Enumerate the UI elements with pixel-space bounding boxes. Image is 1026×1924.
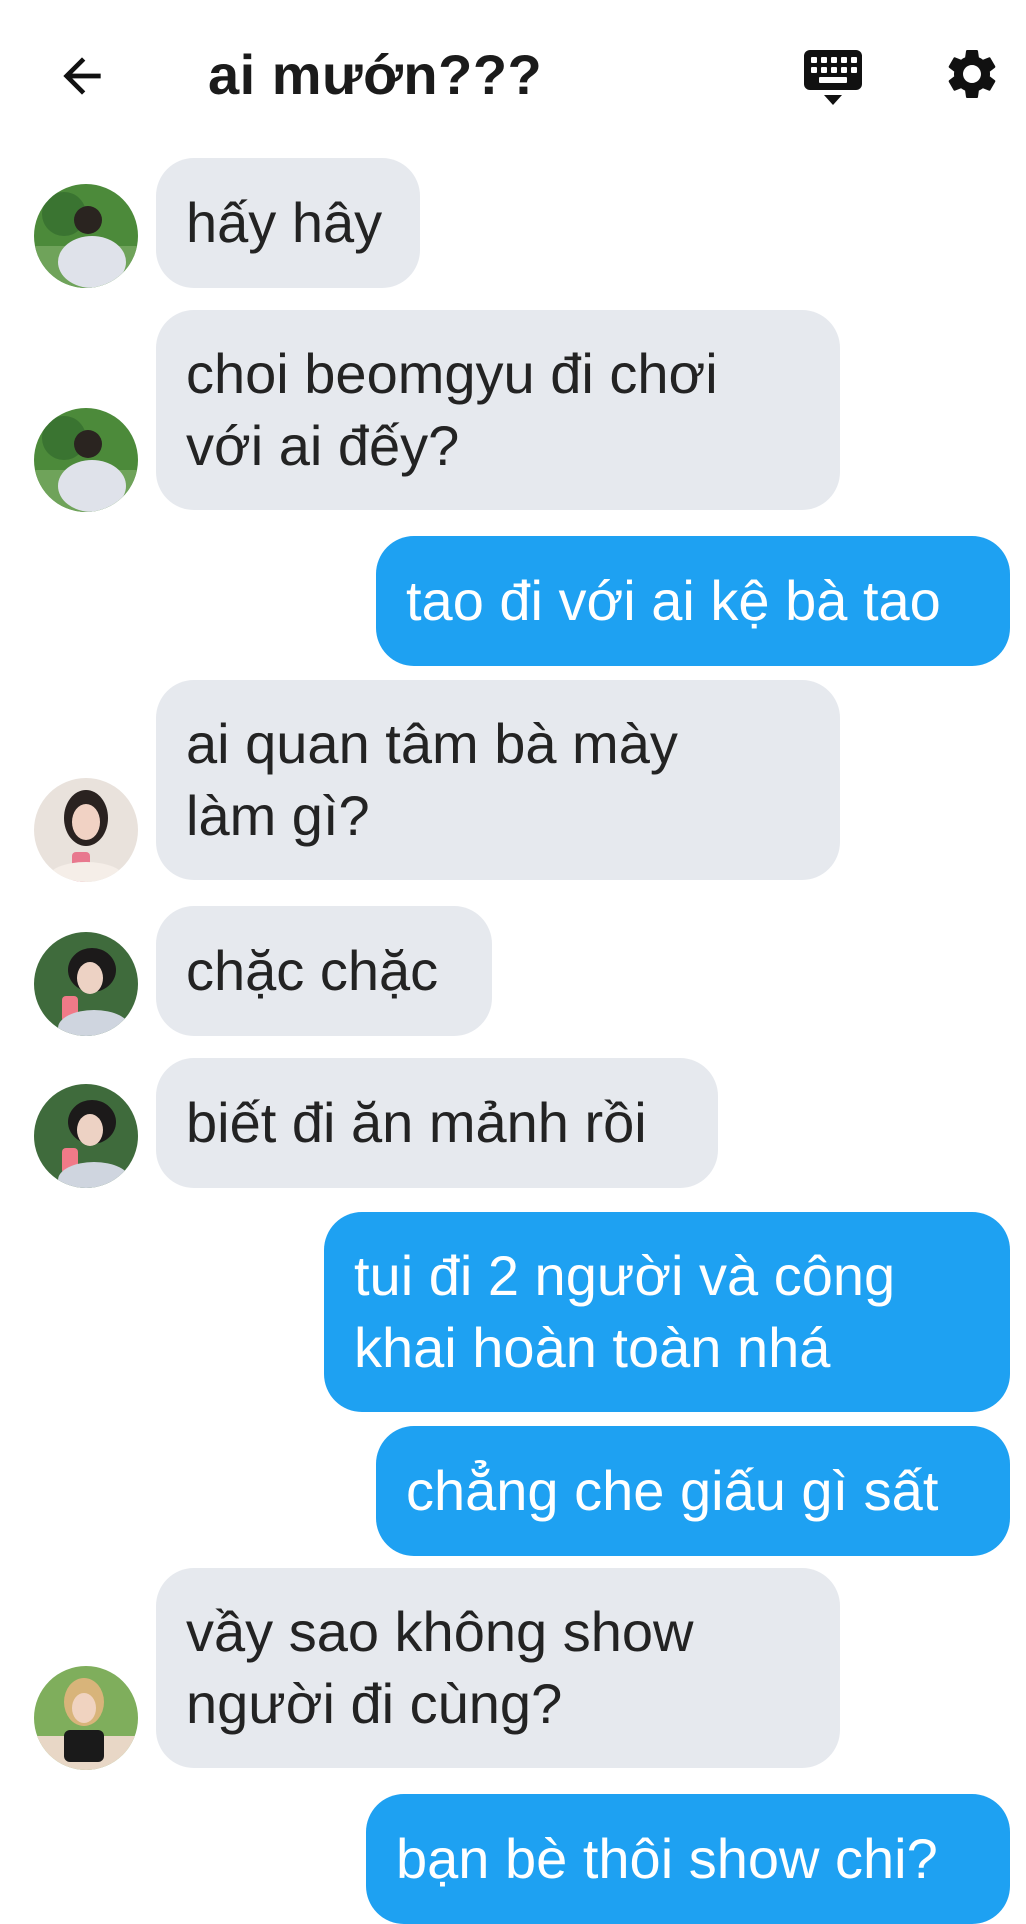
avatar-image-icon	[34, 1666, 138, 1770]
message-bubble-outgoing: bạn bè thôi show chi?	[366, 1794, 1010, 1924]
arrow-left-icon	[63, 57, 101, 95]
avatar[interactable]	[34, 932, 138, 1036]
keyboard-icon	[804, 50, 862, 105]
gear-icon	[948, 49, 996, 98]
message-bubble-incoming: hấy hây	[156, 158, 420, 288]
avatar-image-icon	[34, 932, 138, 1036]
chat-header: ai mướn???	[0, 0, 1026, 150]
avatar-image-icon	[34, 408, 138, 512]
avatar[interactable]	[34, 1084, 138, 1188]
avatar-image-icon	[34, 184, 138, 288]
message-list[interactable]: hấy hây choi beomgyu đi chơi với ai đếy?…	[0, 150, 1026, 1924]
message-bubble-incoming: chặc chặc	[156, 906, 492, 1036]
back-button[interactable]	[48, 42, 116, 110]
conversation-title: ai mướn???	[208, 43, 543, 106]
message-bubble-outgoing: chẳng che giấu gì sất	[376, 1426, 1010, 1556]
message-bubble-incoming: biết đi ăn mảnh rồi	[156, 1058, 718, 1188]
keyboard-button[interactable]	[798, 42, 868, 112]
message-bubble-incoming: choi beomgyu đi chơi với ai đếy?	[156, 310, 840, 510]
avatar[interactable]	[34, 778, 138, 882]
message-bubble-outgoing: tui đi 2 người và công khai hoàn toàn nh…	[324, 1212, 1010, 1412]
message-bubble-incoming: ai quan tâm bà mày làm gì?	[156, 680, 840, 880]
avatar-image-icon	[34, 1084, 138, 1188]
avatar-image-icon	[34, 778, 138, 882]
avatar[interactable]	[34, 1666, 138, 1770]
message-bubble-outgoing: tao đi với ai kệ bà tao	[376, 536, 1010, 666]
avatar[interactable]	[34, 184, 138, 288]
avatar[interactable]	[34, 408, 138, 512]
settings-button[interactable]	[940, 42, 1004, 106]
message-bubble-incoming: vầy sao không show người đi cùng?	[156, 1568, 840, 1768]
